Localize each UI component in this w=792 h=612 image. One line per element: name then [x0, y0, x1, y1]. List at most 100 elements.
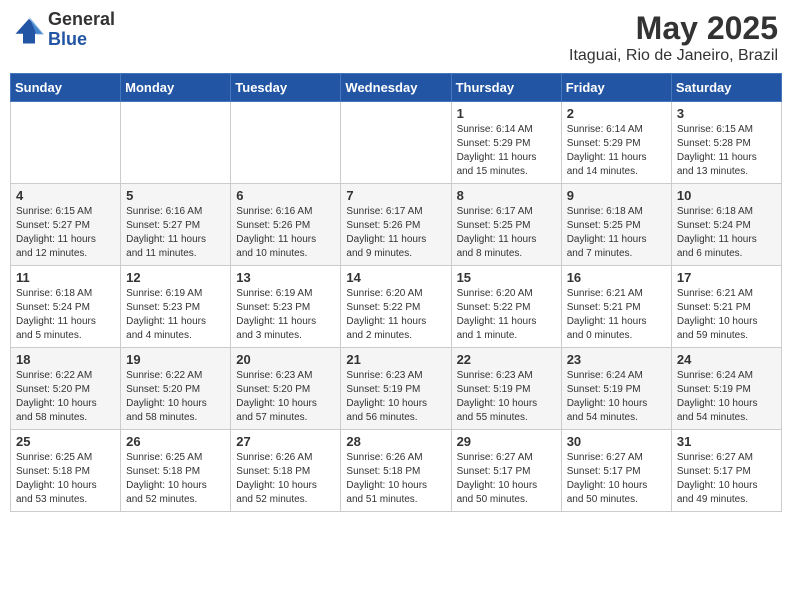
day-info: Sunrise: 6:22 AM Sunset: 5:20 PM Dayligh… [16, 369, 115, 425]
day-number: 8 [457, 188, 556, 203]
logo-blue-text: Blue [48, 30, 115, 50]
calendar-cell [11, 102, 121, 184]
day-number: 24 [677, 352, 776, 367]
calendar-cell [231, 102, 341, 184]
weekday-header-friday: Friday [561, 74, 671, 102]
calendar-cell: 6Sunrise: 6:16 AM Sunset: 5:26 PM Daylig… [231, 184, 341, 266]
calendar-cell: 2Sunrise: 6:14 AM Sunset: 5:29 PM Daylig… [561, 102, 671, 184]
day-number: 15 [457, 270, 556, 285]
day-number: 21 [346, 352, 445, 367]
day-info: Sunrise: 6:27 AM Sunset: 5:17 PM Dayligh… [457, 451, 556, 507]
day-number: 23 [567, 352, 666, 367]
calendar-cell: 13 Sunrise: 6:19 AM Sunset: 5:23 PM Dayli… [231, 266, 341, 348]
day-info: Sunrise: 6:18 AM Sunset: 5:24 PM Dayligh… [677, 205, 776, 261]
calendar-week-row: 1Sunrise: 6:14 AM Sunset: 5:29 PM Daylig… [11, 102, 782, 184]
calendar-cell: 19 Sunrise: 6:22 AM Sunset: 5:20 PM Dayli… [121, 348, 231, 430]
calendar-cell: 8Sunrise: 6:17 AM Sunset: 5:25 PM Daylig… [451, 184, 561, 266]
day-info: Sunrise: 6:16 AM Sunset: 5:27 PM Dayligh… [126, 205, 225, 261]
day-info: Sunrise: 6:20 AM Sunset: 5:22 PM Dayligh… [346, 287, 445, 343]
day-info: Sunrise: 6:27 AM Sunset: 5:17 PM Dayligh… [677, 451, 776, 507]
day-number: 5 [126, 188, 225, 203]
calendar-cell: 14 Sunrise: 6:20 AM Sunset: 5:22 PM Dayli… [341, 266, 451, 348]
day-info: Sunrise: 6:24 AM Sunset: 5:19 PM Dayligh… [567, 369, 666, 425]
day-number: 26 [126, 434, 225, 449]
day-info: Sunrise: 6:22 AM Sunset: 5:20 PM Dayligh… [126, 369, 225, 425]
weekday-header-saturday: Saturday [671, 74, 781, 102]
day-number: 25 [16, 434, 115, 449]
day-number: 19 [126, 352, 225, 367]
calendar-cell: 31 Sunrise: 6:27 AM Sunset: 5:17 PM Dayli… [671, 430, 781, 512]
weekday-header-sunday: Sunday [11, 74, 121, 102]
day-info: Sunrise: 6:15 AM Sunset: 5:27 PM Dayligh… [16, 205, 115, 261]
day-info: Sunrise: 6:17 AM Sunset: 5:26 PM Dayligh… [346, 205, 445, 261]
calendar-cell: 4 Sunrise: 6:15 AM Sunset: 5:27 PM Daylig… [11, 184, 121, 266]
day-info: Sunrise: 6:14 AM Sunset: 5:29 PM Dayligh… [567, 123, 666, 179]
day-number: 16 [567, 270, 666, 285]
calendar-cell: 3 Sunrise: 6:15 AM Sunset: 5:28 PM Daylig… [671, 102, 781, 184]
calendar-cell: 24 Sunrise: 6:24 AM Sunset: 5:19 PM Dayli… [671, 348, 781, 430]
day-info: Sunrise: 6:18 AM Sunset: 5:25 PM Dayligh… [567, 205, 666, 261]
calendar-cell: 12Sunrise: 6:19 AM Sunset: 5:23 PM Dayli… [121, 266, 231, 348]
day-info: Sunrise: 6:23 AM Sunset: 5:19 PM Dayligh… [457, 369, 556, 425]
day-number: 31 [677, 434, 776, 449]
weekday-header-thursday: Thursday [451, 74, 561, 102]
calendar-cell: 1Sunrise: 6:14 AM Sunset: 5:29 PM Daylig… [451, 102, 561, 184]
calendar-cell: 11Sunrise: 6:18 AM Sunset: 5:24 PM Dayli… [11, 266, 121, 348]
day-number: 18 [16, 352, 115, 367]
calendar-cell: 29 Sunrise: 6:27 AM Sunset: 5:17 PM Dayli… [451, 430, 561, 512]
calendar-cell: 22 Sunrise: 6:23 AM Sunset: 5:19 PM Dayli… [451, 348, 561, 430]
calendar-cell: 9 Sunrise: 6:18 AM Sunset: 5:25 PM Daylig… [561, 184, 671, 266]
day-info: Sunrise: 6:19 AM Sunset: 5:23 PM Dayligh… [126, 287, 225, 343]
day-info: Sunrise: 6:26 AM Sunset: 5:18 PM Dayligh… [346, 451, 445, 507]
weekday-header-wednesday: Wednesday [341, 74, 451, 102]
day-info: Sunrise: 6:21 AM Sunset: 5:21 PM Dayligh… [677, 287, 776, 343]
day-number: 9 [567, 188, 666, 203]
day-info: Sunrise: 6:19 AM Sunset: 5:23 PM Dayligh… [236, 287, 335, 343]
calendar-cell: 21Sunrise: 6:23 AM Sunset: 5:19 PM Dayli… [341, 348, 451, 430]
day-info: Sunrise: 6:27 AM Sunset: 5:17 PM Dayligh… [567, 451, 666, 507]
calendar-cell: 20Sunrise: 6:23 AM Sunset: 5:20 PM Dayli… [231, 348, 341, 430]
calendar-week-row: 18 Sunrise: 6:22 AM Sunset: 5:20 PM Dayli… [11, 348, 782, 430]
day-number: 7 [346, 188, 445, 203]
day-number: 14 [346, 270, 445, 285]
day-number: 11 [16, 270, 115, 285]
day-number: 29 [457, 434, 556, 449]
day-info: Sunrise: 6:16 AM Sunset: 5:26 PM Dayligh… [236, 205, 335, 261]
day-info: Sunrise: 6:15 AM Sunset: 5:28 PM Dayligh… [677, 123, 776, 179]
calendar-cell: 5 Sunrise: 6:16 AM Sunset: 5:27 PM Daylig… [121, 184, 231, 266]
day-number: 3 [677, 106, 776, 121]
day-number: 13 [236, 270, 335, 285]
logo-general-text: General [48, 10, 115, 30]
day-number: 28 [346, 434, 445, 449]
page-header: General Blue May 2025 Itaguai, Rio de Ja… [10, 10, 782, 65]
weekday-header-tuesday: Tuesday [231, 74, 341, 102]
calendar-cell: 23 Sunrise: 6:24 AM Sunset: 5:19 PM Dayli… [561, 348, 671, 430]
calendar-week-row: 11Sunrise: 6:18 AM Sunset: 5:24 PM Dayli… [11, 266, 782, 348]
logo-icon [14, 15, 44, 45]
title-block: May 2025 Itaguai, Rio de Janeiro, Brazil [569, 10, 778, 65]
calendar-cell: 15 Sunrise: 6:20 AM Sunset: 5:22 PM Dayli… [451, 266, 561, 348]
calendar-cell: 26 Sunrise: 6:25 AM Sunset: 5:18 PM Dayli… [121, 430, 231, 512]
calendar-cell: 16Sunrise: 6:21 AM Sunset: 5:21 PM Dayli… [561, 266, 671, 348]
calendar-cell: 18 Sunrise: 6:22 AM Sunset: 5:20 PM Dayli… [11, 348, 121, 430]
day-number: 27 [236, 434, 335, 449]
day-info: Sunrise: 6:26 AM Sunset: 5:18 PM Dayligh… [236, 451, 335, 507]
day-info: Sunrise: 6:20 AM Sunset: 5:22 PM Dayligh… [457, 287, 556, 343]
calendar-cell: 10 Sunrise: 6:18 AM Sunset: 5:24 PM Dayli… [671, 184, 781, 266]
calendar-cell: 28 Sunrise: 6:26 AM Sunset: 5:18 PM Dayli… [341, 430, 451, 512]
day-number: 4 [16, 188, 115, 203]
day-info: Sunrise: 6:14 AM Sunset: 5:29 PM Dayligh… [457, 123, 556, 179]
day-info: Sunrise: 6:25 AM Sunset: 5:18 PM Dayligh… [126, 451, 225, 507]
calendar-week-row: 4 Sunrise: 6:15 AM Sunset: 5:27 PM Daylig… [11, 184, 782, 266]
day-number: 22 [457, 352, 556, 367]
calendar-table: SundayMondayTuesdayWednesdayThursdayFrid… [10, 73, 782, 512]
calendar-cell [341, 102, 451, 184]
logo: General Blue [14, 10, 115, 50]
calendar-cell: 30Sunrise: 6:27 AM Sunset: 5:17 PM Dayli… [561, 430, 671, 512]
calendar-cell [121, 102, 231, 184]
day-number: 10 [677, 188, 776, 203]
day-info: Sunrise: 6:25 AM Sunset: 5:18 PM Dayligh… [16, 451, 115, 507]
day-info: Sunrise: 6:23 AM Sunset: 5:20 PM Dayligh… [236, 369, 335, 425]
day-number: 17 [677, 270, 776, 285]
day-info: Sunrise: 6:24 AM Sunset: 5:19 PM Dayligh… [677, 369, 776, 425]
